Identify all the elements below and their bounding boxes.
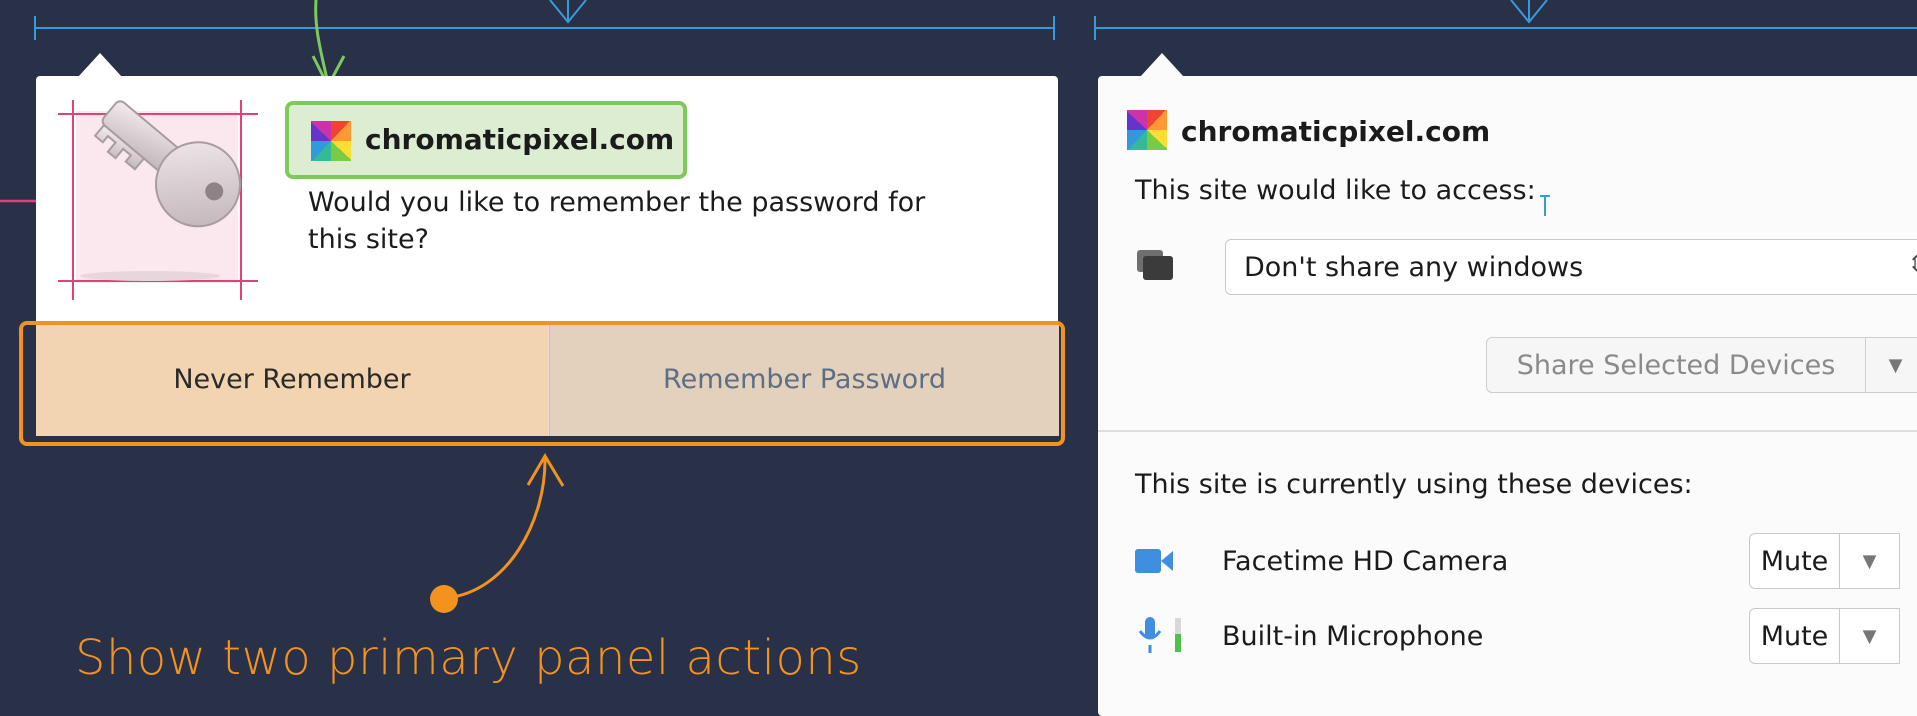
device-name-microphone: Built-in Microphone <box>1222 621 1484 652</box>
microphone-mute-dropdown[interactable]: ▼ <box>1840 608 1900 664</box>
mute-microphone-button[interactable]: Mute <box>1749 608 1840 664</box>
chevron-down-icon: ▼ <box>1862 625 1877 647</box>
microphone-icon <box>1138 617 1181 653</box>
